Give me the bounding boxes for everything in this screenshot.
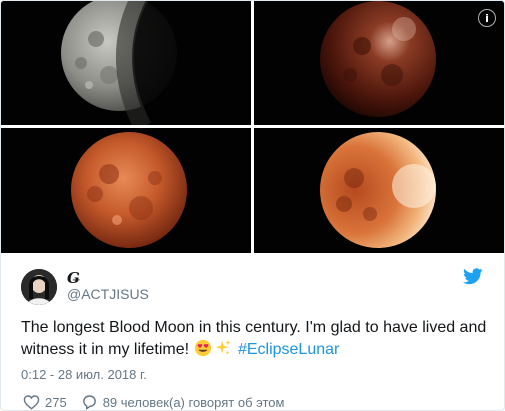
twitter-bird-icon[interactable] [463,268,483,285]
avatar[interactable] [21,269,57,305]
tweet-actions: 275 89 человек(а) говорят об этом [23,393,285,410]
tweet-text: The longest Blood Moon in this century. … [21,317,491,361]
photo-grid: i [1,1,504,253]
info-icon[interactable]: i [478,9,496,27]
tweet-header: Ǥ @ACTJISUS [21,265,491,307]
hashtag-link[interactable]: #EclipseLunar [238,341,339,358]
reply-button[interactable]: 89 человек(а) говорят об этом [81,394,285,410]
photo-3[interactable] [1,128,251,253]
sparkles-emoji-icon [216,339,232,355]
tweet-timestamp[interactable]: 0:12 - 28 июл. 2018 г. [21,367,147,382]
photo-1[interactable] [1,1,251,125]
like-count: 275 [45,394,67,410]
author-name[interactable]: Ǥ [67,269,80,287]
photo-4[interactable] [254,128,504,253]
moon-blood-ending-image [254,128,504,253]
heart-icon [23,395,40,410]
reply-icon [82,395,96,410]
moon-partial-eclipse-image [1,1,251,125]
moon-blood-full-image [1,128,251,253]
reply-text: 89 человек(а) говорят об этом [102,394,285,410]
moon-blood-dark-image [254,1,504,125]
tweet-card: i Ǥ @ACTJISUS The longest Blood Moon in … [0,0,505,411]
photo-2[interactable]: i [254,1,504,125]
author-handle[interactable]: @ACTJISUS [67,286,149,302]
like-button[interactable]: 275 [23,394,67,410]
heart-eyes-emoji-icon [195,339,212,357]
